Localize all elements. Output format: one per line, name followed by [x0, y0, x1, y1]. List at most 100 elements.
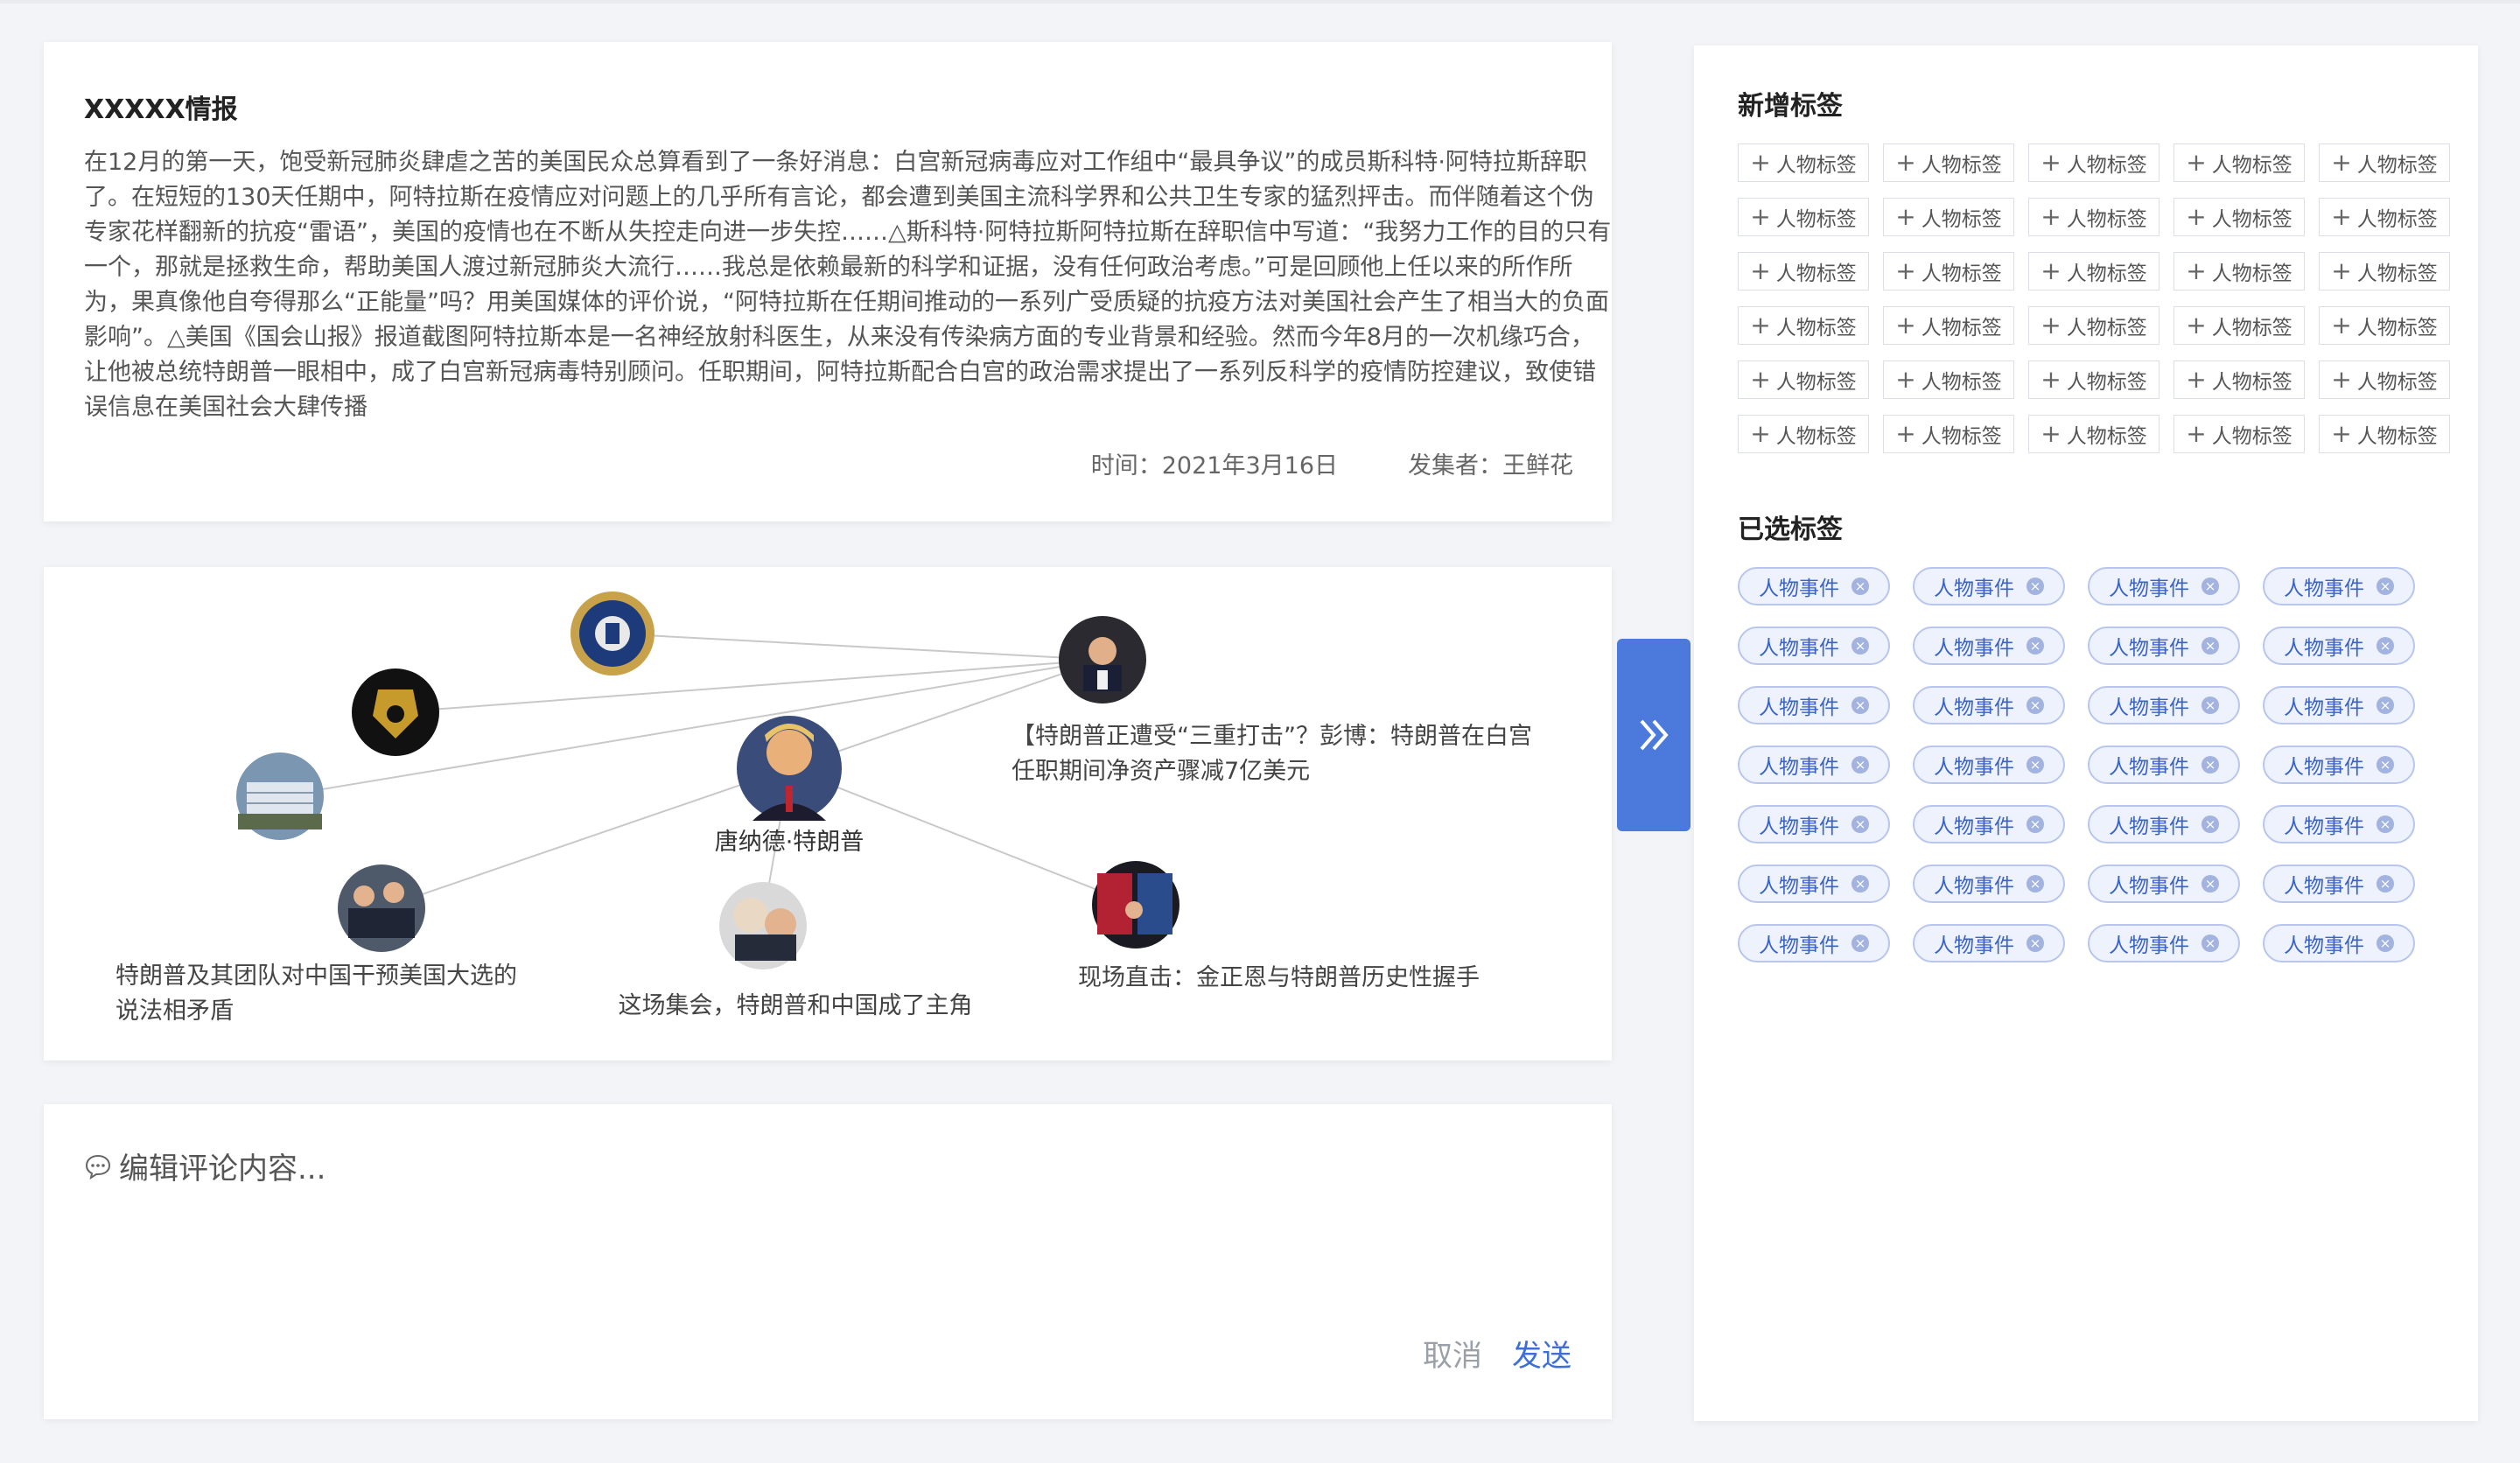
selected-tag[interactable]: 人物事件 × — [2088, 924, 2240, 962]
add-tag-button[interactable]: + 人物标签 — [1883, 306, 2014, 345]
selected-tag[interactable]: 人物事件 × — [2263, 686, 2415, 724]
remove-tag-icon[interactable]: × — [1852, 875, 1869, 892]
add-tag-button[interactable]: + 人物标签 — [2028, 360, 2160, 399]
add-tag-button[interactable]: + 人物标签 — [2174, 144, 2305, 182]
add-tag-button[interactable]: + 人物标签 — [1883, 252, 2014, 290]
remove-tag-icon[interactable]: × — [2376, 934, 2394, 952]
add-tag-button[interactable]: + 人物标签 — [2028, 198, 2160, 236]
center-person-node[interactable] — [737, 716, 842, 821]
add-tag-button[interactable]: + 人物标签 — [2174, 252, 2305, 290]
selected-tag[interactable]: 人物事件 × — [1913, 864, 2065, 903]
selected-tag[interactable]: 人物事件 × — [2088, 686, 2240, 724]
add-tag-button[interactable]: + 人物标签 — [2028, 415, 2160, 453]
add-tag-button[interactable]: + 人物标签 — [2028, 306, 2160, 345]
remove-tag-icon[interactable]: × — [2376, 875, 2394, 892]
add-tag-button[interactable]: + 人物标签 — [2174, 415, 2305, 453]
rally-node[interactable] — [719, 882, 807, 970]
remove-tag-icon[interactable]: × — [2376, 816, 2394, 833]
remove-tag-icon[interactable]: × — [2202, 696, 2219, 714]
selected-tag[interactable]: 人物事件 × — [1913, 924, 2065, 962]
remove-tag-icon[interactable]: × — [2026, 578, 2044, 595]
selected-tag[interactable]: 人物事件 × — [1913, 567, 2065, 606]
handshake-node[interactable] — [1092, 861, 1180, 948]
fbi-badge-node[interactable] — [352, 668, 439, 756]
remove-tag-icon[interactable]: × — [2376, 696, 2394, 714]
selected-tag[interactable]: 人物事件 × — [1738, 746, 1890, 784]
remove-tag-icon[interactable]: × — [2202, 875, 2219, 892]
remove-tag-icon[interactable]: × — [2376, 578, 2394, 595]
remove-tag-icon[interactable]: × — [2026, 816, 2044, 833]
team-node[interactable] — [338, 864, 425, 952]
selected-tag[interactable]: 人物事件 × — [1738, 626, 1890, 665]
selected-tag[interactable]: 人物事件 × — [2088, 626, 2240, 665]
selected-tag-label: 人物事件 — [1759, 578, 1839, 600]
remove-tag-icon[interactable]: × — [1852, 816, 1869, 833]
remove-tag-icon[interactable]: × — [1852, 934, 1869, 952]
selected-tag[interactable]: 人物事件 × — [2263, 864, 2415, 903]
add-tag-button[interactable]: + 人物标签 — [2319, 306, 2450, 345]
selected-tag[interactable]: 人物事件 × — [1738, 864, 1890, 903]
remove-tag-icon[interactable]: × — [2376, 756, 2394, 774]
remove-tag-icon[interactable]: × — [1852, 696, 1869, 714]
add-tag-button[interactable]: + 人物标签 — [1883, 360, 2014, 399]
selected-tag[interactable]: 人物事件 × — [1913, 686, 2065, 724]
comment-card[interactable]: 编辑评论内容... 取消 发送 — [44, 1104, 1612, 1419]
remove-tag-icon[interactable]: × — [2202, 816, 2219, 833]
selected-tag[interactable]: 人物事件 × — [1913, 746, 2065, 784]
add-tag-button[interactable]: + 人物标签 — [1883, 144, 2014, 182]
add-tag-button[interactable]: + 人物标签 — [1883, 415, 2014, 453]
selected-tag[interactable]: 人物事件 × — [2263, 626, 2415, 665]
selected-tag[interactable]: 人物事件 × — [2263, 924, 2415, 962]
selected-tag[interactable]: 人物事件 × — [1913, 626, 2065, 665]
selected-tag[interactable]: 人物事件 × — [1738, 924, 1890, 962]
comment-input[interactable]: 编辑评论内容... — [84, 1144, 326, 1187]
add-tag-button[interactable]: + 人物标签 — [1738, 144, 1869, 182]
add-tag-button[interactable]: + 人物标签 — [2319, 252, 2450, 290]
remove-tag-icon[interactable]: × — [1852, 756, 1869, 774]
selected-tag[interactable]: 人物事件 × — [2088, 746, 2240, 784]
add-tag-button[interactable]: + 人物标签 — [2174, 306, 2305, 345]
remove-tag-icon[interactable]: × — [2026, 637, 2044, 654]
remove-tag-icon[interactable]: × — [2202, 756, 2219, 774]
add-tag-button[interactable]: + 人物标签 — [2319, 415, 2450, 453]
add-tag-button[interactable]: + 人物标签 — [1738, 415, 1869, 453]
trump-news-node[interactable] — [1059, 616, 1146, 704]
remove-tag-icon[interactable]: × — [2202, 637, 2219, 654]
building-node[interactable] — [236, 752, 324, 840]
remove-tag-icon[interactable]: × — [2026, 934, 2044, 952]
selected-tag[interactable]: 人物事件 × — [1913, 805, 2065, 844]
remove-tag-icon[interactable]: × — [2202, 934, 2219, 952]
remove-tag-icon[interactable]: × — [2202, 578, 2219, 595]
selected-tag[interactable]: 人物事件 × — [2263, 746, 2415, 784]
remove-tag-icon[interactable]: × — [2376, 637, 2394, 654]
selected-tag[interactable]: 人物事件 × — [1738, 686, 1890, 724]
cancel-button[interactable]: 取消 — [1423, 1332, 1482, 1375]
add-tag-button[interactable]: + 人物标签 — [1738, 306, 1869, 345]
fbi-seal-node[interactable] — [570, 592, 654, 676]
selected-tag[interactable]: 人物事件 × — [2088, 805, 2240, 844]
remove-tag-icon[interactable]: × — [1852, 637, 1869, 654]
add-tag-button[interactable]: + 人物标签 — [2319, 360, 2450, 399]
selected-tag[interactable]: 人物事件 × — [1738, 567, 1890, 606]
add-tag-button[interactable]: + 人物标签 — [2028, 144, 2160, 182]
add-tag-button[interactable]: + 人物标签 — [1738, 360, 1869, 399]
add-tag-button[interactable]: + 人物标签 — [1883, 198, 2014, 236]
selected-tag[interactable]: 人物事件 × — [1738, 805, 1890, 844]
add-tag-button[interactable]: + 人物标签 — [1738, 252, 1869, 290]
selected-tag[interactable]: 人物事件 × — [2263, 805, 2415, 844]
selected-tag[interactable]: 人物事件 × — [2088, 567, 2240, 606]
selected-tag[interactable]: 人物事件 × — [2263, 567, 2415, 606]
add-tag-button[interactable]: + 人物标签 — [2174, 360, 2305, 399]
add-tag-button[interactable]: + 人物标签 — [2319, 198, 2450, 236]
add-tag-button[interactable]: + 人物标签 — [2319, 144, 2450, 182]
remove-tag-icon[interactable]: × — [2026, 696, 2044, 714]
add-tag-button[interactable]: + 人物标签 — [1738, 198, 1869, 236]
toggle-panel-button[interactable] — [1617, 639, 1690, 831]
add-tag-button[interactable]: + 人物标签 — [2028, 252, 2160, 290]
remove-tag-icon[interactable]: × — [1852, 578, 1869, 595]
remove-tag-icon[interactable]: × — [2026, 875, 2044, 892]
add-tag-button[interactable]: + 人物标签 — [2174, 198, 2305, 236]
send-button[interactable]: 发送 — [1512, 1332, 1572, 1375]
selected-tag[interactable]: 人物事件 × — [2088, 864, 2240, 903]
remove-tag-icon[interactable]: × — [2026, 756, 2044, 774]
